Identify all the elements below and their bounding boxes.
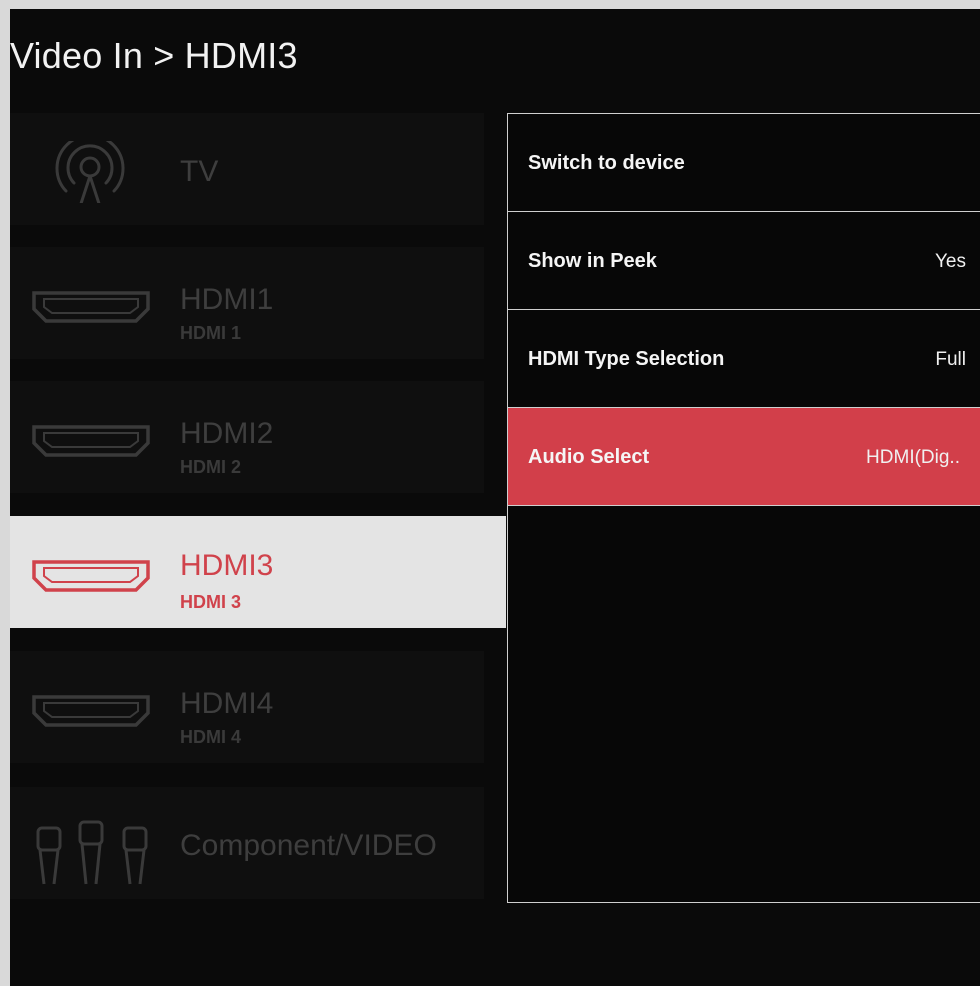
- settings-panel: Switch to device Show in Peek Yes HDMI T…: [507, 113, 980, 903]
- hdmi-port-icon: [32, 291, 150, 323]
- source-name: Component/VIDEO: [180, 829, 437, 862]
- option-value: Full: [935, 349, 966, 370]
- breadcrumb: Video In > HDMI3: [10, 35, 298, 76]
- hdmi-port-icon: [32, 425, 150, 457]
- option-value: Yes: [935, 251, 966, 272]
- source-item-hdmi3[interactable]: HDMI3 HDMI 3: [10, 516, 506, 628]
- source-name: HDMI2: [180, 417, 274, 450]
- source-sublabel: HDMI 3: [180, 592, 242, 612]
- source-sublabel: HDMI 2: [180, 457, 242, 477]
- source-name: HDMI1: [180, 283, 274, 316]
- option-label: Audio Select: [528, 446, 650, 468]
- option-show-in-peek[interactable]: Show in Peek Yes: [508, 212, 980, 310]
- option-switch-to-device[interactable]: Switch to device: [508, 114, 980, 212]
- source-item-tv[interactable]: TV: [10, 113, 484, 225]
- hdmi-port-icon: [32, 695, 150, 727]
- option-value: HDMI(Dig..: [866, 447, 960, 468]
- source-sublabel: HDMI 4: [180, 727, 242, 747]
- rca-plugs-icon: [36, 820, 148, 885]
- source-item-hdmi4[interactable]: HDMI4 HDMI 4: [10, 651, 484, 763]
- tv-screen: Video In > HDMI3 TV HDMI1 HDMI 1 HDMI2 H…: [10, 9, 980, 986]
- source-name: TV: [180, 155, 219, 188]
- option-label: HDMI Type Selection: [528, 348, 725, 370]
- source-name: HDMI4: [180, 687, 274, 720]
- source-sublabel: HDMI 1: [180, 323, 242, 343]
- option-label: Switch to device: [528, 152, 685, 174]
- source-item-hdmi1[interactable]: HDMI1 HDMI 1: [10, 247, 484, 359]
- source-item-hdmi2[interactable]: HDMI2 HDMI 2: [10, 381, 484, 493]
- option-hdmi-type-selection[interactable]: HDMI Type Selection Full: [508, 310, 980, 408]
- option-audio-select[interactable]: Audio Select HDMI(Dig..: [508, 408, 980, 506]
- hdmi-port-icon: [32, 560, 150, 592]
- option-label: Show in Peek: [528, 250, 657, 272]
- antenna-icon: [55, 141, 125, 203]
- source-name: HDMI3: [180, 549, 274, 582]
- source-item-component-video[interactable]: Component/VIDEO: [10, 787, 484, 899]
